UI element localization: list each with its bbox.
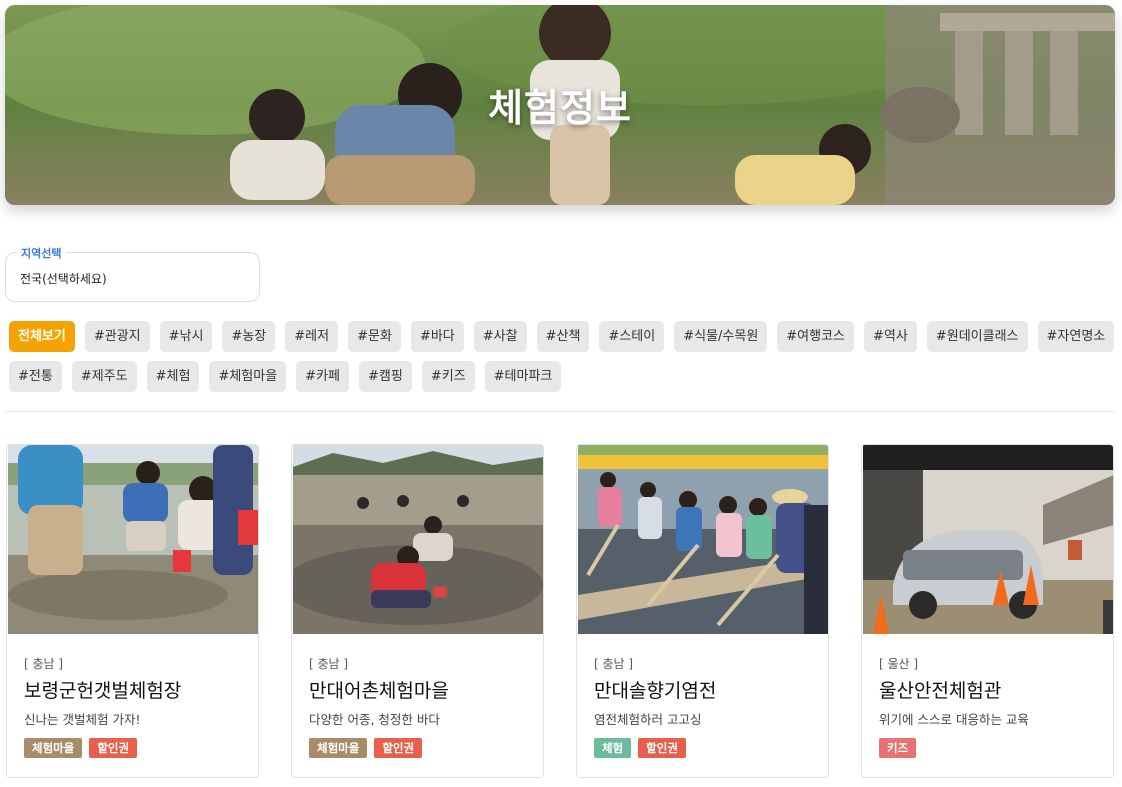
- tag-row: #전통 #제주도 #체험 #체험마을 #카페 #캠핑 #키즈 #테마파크: [9, 361, 1114, 392]
- tag-chip[interactable]: #바다: [410, 321, 464, 352]
- card-image[interactable]: [293, 445, 543, 634]
- tag-chip[interactable]: #제주도: [71, 361, 137, 392]
- tag-chip[interactable]: #낚시: [159, 321, 213, 352]
- card-badge: 체험: [594, 738, 632, 758]
- tag-chip[interactable]: #캠핑: [359, 361, 412, 392]
- tag-chip[interactable]: #체험마을: [209, 361, 287, 392]
- tag-chip[interactable]: #레저: [285, 321, 339, 352]
- card-description: 위기에 스스로 대응하는 교육: [879, 712, 1029, 727]
- tag-chip[interactable]: #식물/수목원: [674, 321, 768, 352]
- experience-card[interactable]: [ 울산 ] 울산안전체험관 위기에 스스로 대응하는 교육 키즈: [861, 444, 1114, 778]
- tag-chip[interactable]: #테마파크: [484, 361, 562, 392]
- experience-card[interactable]: [ 충남 ] 보령군헌갯벌체험장 신나는 갯벌체험 가자! 체험마을 할인권: [6, 444, 259, 778]
- card-title[interactable]: 보령군헌갯벌체험장: [24, 676, 181, 703]
- tag-chip[interactable]: #여행코스: [777, 321, 855, 352]
- card-badges: 체험마을 할인권: [24, 738, 138, 758]
- card-title[interactable]: 만대솔향기염전: [594, 676, 716, 703]
- card-badges: 체험마을 할인권: [309, 738, 423, 758]
- card-badge: 체험마을: [309, 738, 368, 758]
- card-image[interactable]: [578, 445, 828, 634]
- tag-chip[interactable]: #농장: [222, 321, 276, 352]
- divider: [5, 411, 1115, 412]
- tag-all[interactable]: 전체보기: [9, 321, 75, 352]
- region-select-label: 지역선택: [16, 245, 67, 261]
- tag-chip[interactable]: #체험: [146, 361, 200, 392]
- card-region: [ 울산 ]: [879, 657, 919, 671]
- card-title[interactable]: 만대어촌체험마을: [309, 676, 449, 703]
- tag-chip[interactable]: #원데이클래스: [926, 321, 1028, 352]
- tag-chip[interactable]: #전통: [9, 361, 62, 392]
- experience-card[interactable]: [ 충남 ] 만대어촌체험마을 다양한 어종, 청정한 바다 체험마을 할인권: [291, 444, 544, 778]
- experience-card[interactable]: [ 충남 ] 만대솔향기염전 염전체험하러 고고싱 체험 할인권: [576, 444, 829, 778]
- card-badge: 할인권: [374, 738, 423, 758]
- tag-chip[interactable]: #역사: [864, 321, 917, 352]
- tag-row: 전체보기 #관광지 #낚시 #농장 #레저 #문화 #바다 #사찰 #산책 #스테이 #식물/수목원…: [9, 321, 1115, 352]
- tag-filter: 전체보기 #관광지 #낚시 #농장 #레저 #문화 #바다 #사찰 #산책 #스테이 #식물/수목원…: [9, 321, 1115, 401]
- region-select[interactable]: 지역선택 전국(선택하세요): [5, 245, 260, 302]
- card-badge: 할인권: [638, 738, 686, 758]
- card-image[interactable]: [863, 445, 1113, 634]
- card-badge: 할인권: [89, 738, 138, 758]
- card-title[interactable]: 울산안전체험관: [879, 676, 1001, 703]
- tag-chip[interactable]: #스테이: [599, 321, 665, 352]
- tag-chip[interactable]: #자연명소: [1037, 321, 1115, 352]
- tag-chip[interactable]: #문화: [348, 321, 401, 352]
- card-description: 신나는 갯벌체험 가자!: [24, 712, 141, 727]
- card-region: [ 충남 ]: [594, 657, 634, 671]
- page-title: 체험정보: [488, 86, 632, 130]
- card-badges: 키즈: [879, 738, 917, 758]
- card-badges: 체험 할인권: [594, 738, 686, 758]
- region-select-value[interactable]: 전국(선택하세요): [20, 270, 107, 287]
- card-region: [ 충남 ]: [309, 657, 349, 671]
- hero-banner: 체험정보: [5, 5, 1115, 205]
- card-badge: 체험마을: [24, 738, 83, 758]
- card-image[interactable]: [8, 445, 258, 634]
- tag-chip[interactable]: #키즈: [421, 361, 475, 392]
- card-description: 다양한 어종, 청정한 바다: [309, 712, 440, 727]
- tag-chip[interactable]: #사찰: [473, 321, 527, 352]
- card-description: 염전체험하러 고고싱: [594, 712, 702, 727]
- card-badge: 키즈: [879, 738, 917, 758]
- tag-chip[interactable]: #관광지: [84, 321, 150, 352]
- card-region: [ 충남 ]: [24, 657, 64, 671]
- tag-chip[interactable]: #카페: [296, 361, 349, 392]
- tag-chip[interactable]: #산책: [536, 321, 590, 352]
